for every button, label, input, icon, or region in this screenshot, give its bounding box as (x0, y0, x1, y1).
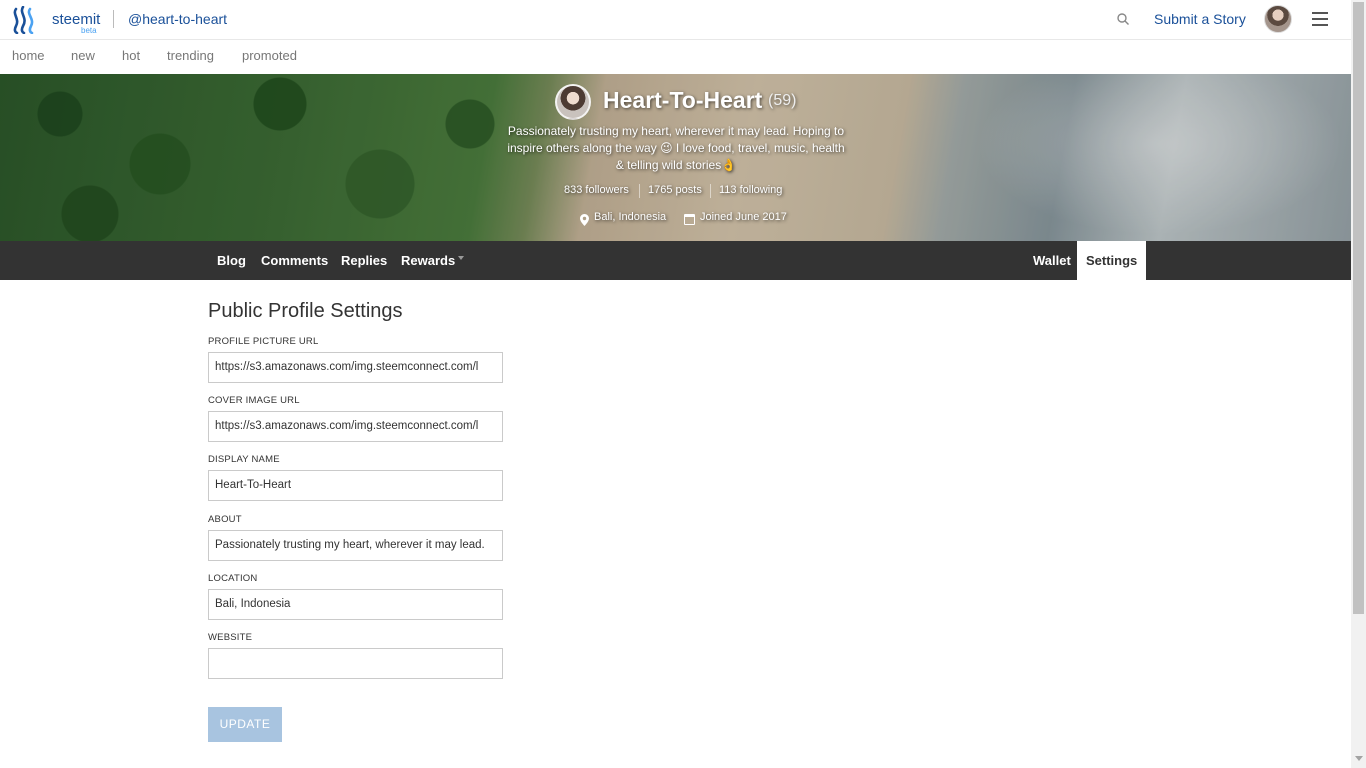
caret-down-icon (458, 255, 465, 260)
nav-trending[interactable]: trending (167, 48, 214, 63)
hamburger-menu-icon[interactable] (1312, 12, 1328, 26)
top-header: steemit beta @heart-to-heart Submit a St… (0, 0, 1351, 40)
profile-picture-label: PROFILE PICTURE URL (208, 336, 319, 347)
nav-promoted[interactable]: promoted (242, 48, 297, 63)
tab-wallet[interactable]: Wallet (1033, 241, 1071, 280)
search-icon[interactable] (1116, 12, 1130, 26)
tab-rewards[interactable]: Rewards (401, 241, 465, 280)
category-nav: home new hot trending promoted (0, 41, 1351, 74)
nav-new[interactable]: new (71, 48, 95, 63)
page-scrollbar[interactable] (1351, 0, 1366, 768)
user-avatar[interactable] (1264, 5, 1292, 33)
profile-header: Heart-To-Heart (59) Passionately trustin… (0, 74, 1351, 241)
display-name-input[interactable]: Heart-To-Heart (208, 470, 503, 501)
account-name-link[interactable]: @heart-to-heart (128, 11, 227, 27)
update-button[interactable]: UPDATE (208, 707, 282, 742)
profile-location: Bali, Indonesia (594, 211, 667, 223)
joined-date: Joined June 2017 (700, 211, 787, 223)
following-count[interactable]: 113 following (719, 184, 782, 196)
about-input[interactable]: Passionately trusting my heart, wherever… (208, 530, 503, 561)
tab-replies[interactable]: Replies (341, 241, 387, 280)
submit-story-link[interactable]: Submit a Story (1154, 11, 1246, 27)
stats-divider (710, 184, 711, 198)
followers-count[interactable]: 833 followers (564, 184, 629, 196)
cover-image-input[interactable]: https://s3.amazonaws.com/img.steemconnec… (208, 411, 503, 442)
profile-tabs: Blog Comments Replies Rewards Wallet Set… (0, 241, 1351, 280)
website-label: WEBSITE (208, 632, 253, 643)
profile-about: Passionately trusting my heart, wherever… (507, 124, 845, 172)
display-name-label: DISPLAY NAME (208, 454, 280, 465)
steemit-logo-icon[interactable] (11, 6, 39, 34)
beta-badge: beta (81, 26, 97, 35)
tab-settings[interactable]: Settings (1077, 241, 1147, 280)
profile-avatar (555, 84, 591, 120)
settings-title: Public Profile Settings (208, 300, 403, 322)
nav-home[interactable]: home (12, 48, 45, 63)
about-label: ABOUT (208, 514, 242, 525)
location-pin-icon (580, 214, 589, 226)
scrollbar-thumb[interactable] (1353, 2, 1364, 614)
tab-rewards-label: Rewards (401, 253, 456, 268)
tab-blog[interactable]: Blog (217, 241, 246, 280)
profile-picture-input[interactable]: https://s3.amazonaws.com/img.steemconnec… (208, 352, 503, 383)
reputation-score: (59) (768, 92, 797, 109)
location-input[interactable]: Bali, Indonesia (208, 589, 503, 620)
stats-divider (639, 184, 640, 198)
tab-comments[interactable]: Comments (261, 241, 328, 280)
scroll-down-arrow-icon[interactable] (1355, 756, 1363, 761)
posts-count: 1765 posts (648, 184, 702, 196)
profile-name: Heart-To-Heart (603, 87, 763, 113)
cover-image-label: COVER IMAGE URL (208, 395, 300, 406)
calendar-icon (684, 214, 695, 225)
nav-hot[interactable]: hot (122, 48, 140, 63)
website-input[interactable] (208, 648, 503, 679)
header-divider (113, 10, 114, 28)
location-label: LOCATION (208, 573, 258, 584)
